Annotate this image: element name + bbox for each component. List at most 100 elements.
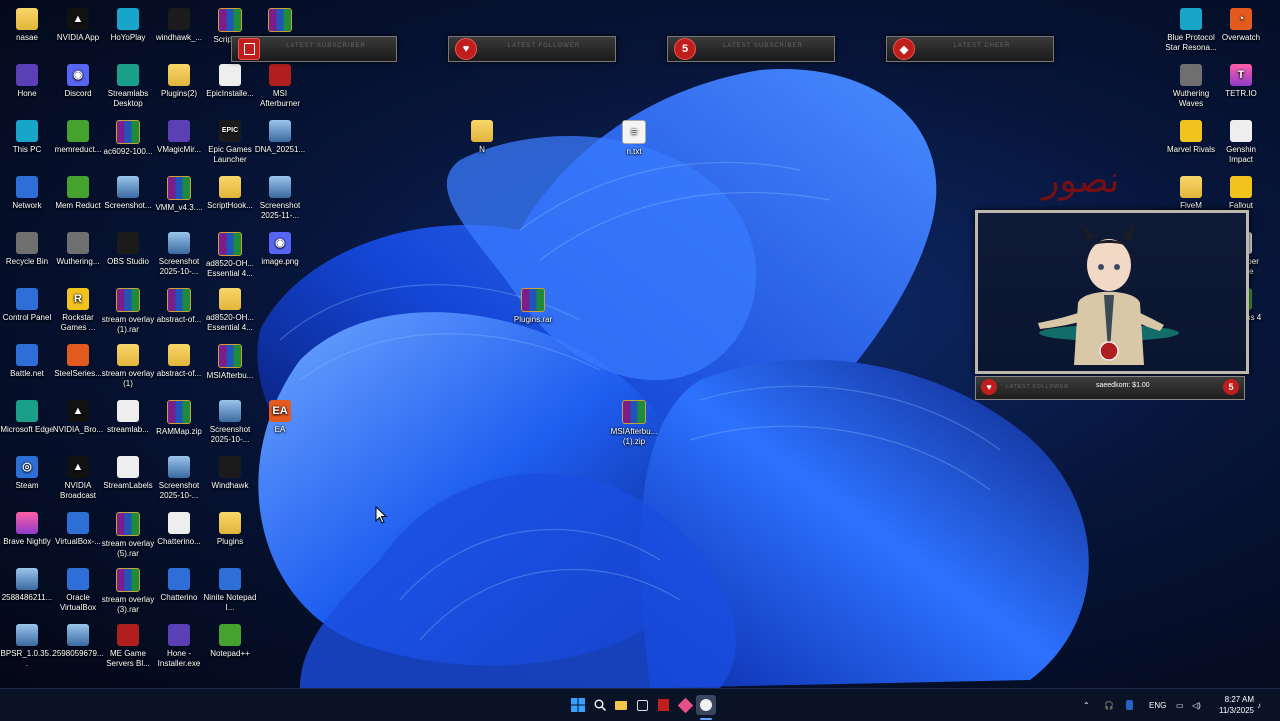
desktop-icon[interactable]: stream overlay (1) [101, 344, 155, 389]
desktop-icon[interactable]: abstract-of... [152, 344, 206, 379]
desktop-icon[interactable]: 2598059679... [51, 624, 105, 659]
obs-icon[interactable] [696, 695, 716, 715]
desktop-icon[interactable]: ▲ NVIDIA_Bro... [51, 400, 105, 435]
desktop-icon[interactable]: OBS Studio [101, 232, 155, 267]
bluetooth-icon[interactable] [1126, 689, 1133, 721]
desktop-icon[interactable]: VMagicMir... [152, 120, 206, 155]
desktop-icon[interactable]: Oracle VirtualBox [51, 568, 105, 613]
desktop-icon[interactable]: Screenshot 2025-10-... [152, 456, 206, 501]
desktop-icon[interactable]: ScriptHook... [203, 176, 257, 211]
desktop-icon[interactable]: SteelSeries... [51, 344, 105, 379]
desktop-icon[interactable]: streamlab... [101, 400, 155, 435]
red-app-icon[interactable] [653, 695, 673, 715]
headset-icon[interactable]: 🎧 [1104, 689, 1114, 721]
desktop-icon[interactable]: T TETR.IO [1214, 64, 1268, 99]
desktop-icon[interactable]: EA EA [253, 400, 307, 435]
desktop-icon[interactable]: Wuthering... [51, 232, 105, 267]
badge-five-icon: 5 [1223, 379, 1239, 395]
desktop-icon[interactable]: Notepad++ [203, 624, 257, 659]
volume-icon[interactable]: ◁) [1192, 689, 1201, 721]
desktop-icon[interactable]: ad8520-OH... Essential 4... [203, 232, 257, 279]
network-icon[interactable]: ▭ [1176, 689, 1184, 721]
desktop-icon[interactable]: stream overlay (3).rar [101, 568, 155, 615]
desktop-icon[interactable]: Chatterino... [152, 512, 206, 547]
desktop-icon[interactable]: HoYoPlay [101, 8, 155, 43]
desktop-icon[interactable]: Hone - Installer.exe [152, 624, 206, 669]
desktop-icon[interactable]: Streamlabs Desktop [101, 64, 155, 109]
start-icon[interactable] [568, 695, 588, 715]
desktop-icon[interactable]: VMM_v4.3.... [152, 176, 206, 213]
desktop-icon[interactable]: MSI Afterburner [253, 64, 307, 109]
search-icon[interactable] [590, 695, 610, 715]
desktop-icon[interactable]: Fallout [1214, 176, 1268, 211]
desktop-icon[interactable]: ad8520-OH... Essential 4... [203, 288, 257, 333]
desktop-icon[interactable]: Plugins.rar [506, 288, 560, 325]
desktop-icon[interactable]: Microsoft Edge [0, 400, 54, 435]
clock[interactable]: 8:27 AM 11/3/2025 [1219, 694, 1254, 716]
desktop-icon[interactable]: Marvel Rivals [1164, 120, 1218, 155]
desktop-icon[interactable]: Screenshot... [101, 176, 155, 211]
desktop-icon[interactable]: Plugins(2) [152, 64, 206, 99]
desktop-icon[interactable]: ≡ n.txt [607, 120, 661, 157]
desktop-icon[interactable]: ▲ NVIDIA App [51, 8, 105, 43]
folder-icon [117, 344, 139, 366]
file-explorer-icon[interactable] [611, 695, 631, 715]
desktop-icon[interactable]: MSIAfterbu... [203, 344, 257, 381]
language-indicator[interactable]: ENG [1149, 689, 1166, 721]
desktop-icon[interactable]: VirtualBox-... [51, 512, 105, 547]
desktop-icon[interactable]: abstract-of... [152, 288, 206, 325]
desktop-icon[interactable]: DNA_20251... [253, 120, 307, 155]
desktop-icon[interactable]: RAMMap.zip [152, 400, 206, 437]
desktop-icon[interactable]: ◉ Discord [51, 64, 105, 99]
desktop-icon-label: VirtualBox-... [55, 537, 101, 546]
desktop-icon-label: BPSR_1.0.35... [0, 649, 54, 668]
desktop-icon[interactable]: EpicInstalle... [203, 64, 257, 99]
notification-bell-icon[interactable]: ♪ [1257, 689, 1261, 721]
streamlabs-icon[interactable] [675, 695, 695, 715]
desktop-icon-label: Plugins [216, 537, 244, 546]
desktop-icon[interactable]: Hone [0, 64, 54, 99]
desktop-icon[interactable]: EPIC Epic Games Launcher [203, 120, 257, 165]
desktop-icon[interactable]: memreduct... [51, 120, 105, 155]
desktop-icon[interactable]: N [455, 120, 509, 155]
desktop-icon[interactable]: stream overlay (1).rar [101, 288, 155, 335]
tray-chevron-icon[interactable]: ⌃ [1083, 689, 1090, 721]
desktop-icon[interactable]: Brave Nightly [0, 512, 54, 547]
desktop-icon[interactable]: Windhawk [203, 456, 257, 491]
desktop-icon-label: EpicInstalle... [206, 89, 254, 98]
hoyoplay-icon [117, 8, 139, 30]
desktop-icon[interactable]: Mem Reduct [51, 176, 105, 211]
desktop-icon[interactable]: Screenshot 2025-10-... [152, 232, 206, 277]
desktop-icon[interactable]: ◉ image.png [253, 232, 307, 267]
desktop-icon[interactable]: ac6092-100... [101, 120, 155, 157]
desktop-icon[interactable]: Blue Protocol Star Resona... [1164, 8, 1218, 53]
desktop-icon[interactable]: ◔ Overwatch [1214, 8, 1268, 43]
desktop-icon[interactable]: BPSR_1.0.35... [0, 624, 54, 669]
desktop-icon[interactable]: Wuthering Waves [1164, 64, 1218, 109]
desktop-icon[interactable]: Control Panel [0, 288, 54, 323]
desktop-icon[interactable]: Network [0, 176, 54, 211]
desktop-icon[interactable]: ME Game Servers Bl... [101, 624, 155, 669]
desktop-icon[interactable]: FiveM [1164, 176, 1218, 211]
store-icon[interactable] [632, 695, 652, 715]
desktop-icon[interactable]: ◎ Steam [0, 456, 54, 491]
desktop-icon[interactable]: 2588486211... [0, 568, 54, 603]
desktop-icon[interactable]: Plugins [203, 512, 257, 547]
desktop-icon[interactable]: This PC [0, 120, 54, 155]
desktop-icon[interactable]: Genshin Impact [1214, 120, 1268, 165]
desktop-icon[interactable]: Chatterino [152, 568, 206, 603]
desktop-icon[interactable]: MSIAfterbu... (1).zip [607, 400, 661, 447]
desktop-icon[interactable]: Recycle Bin [0, 232, 54, 267]
desktop-icon[interactable]: Screenshot 2025-11-... [253, 176, 307, 221]
virtualbox-icon [67, 512, 89, 534]
desktop-icon[interactable]: ▲ NVIDIA Broadcast [51, 456, 105, 501]
desktop-icon[interactable]: Screenshot 2025-10-... [203, 400, 257, 445]
desktop-icon[interactable]: Battle.net [0, 344, 54, 379]
desktop-icon[interactable]: StreamLabels [101, 456, 155, 491]
desktop-icon-label: Recycle Bin [5, 257, 49, 266]
desktop-icon[interactable]: R Rockstar Games ... [51, 288, 105, 333]
desktop-icon[interactable]: nasae [0, 8, 54, 43]
desktop-icon[interactable]: Ninite Notepad I... [203, 568, 257, 613]
desktop-icon[interactable]: stream overlay (5).rar [101, 512, 155, 559]
desktop-icon[interactable]: windhawk_... [152, 8, 206, 43]
